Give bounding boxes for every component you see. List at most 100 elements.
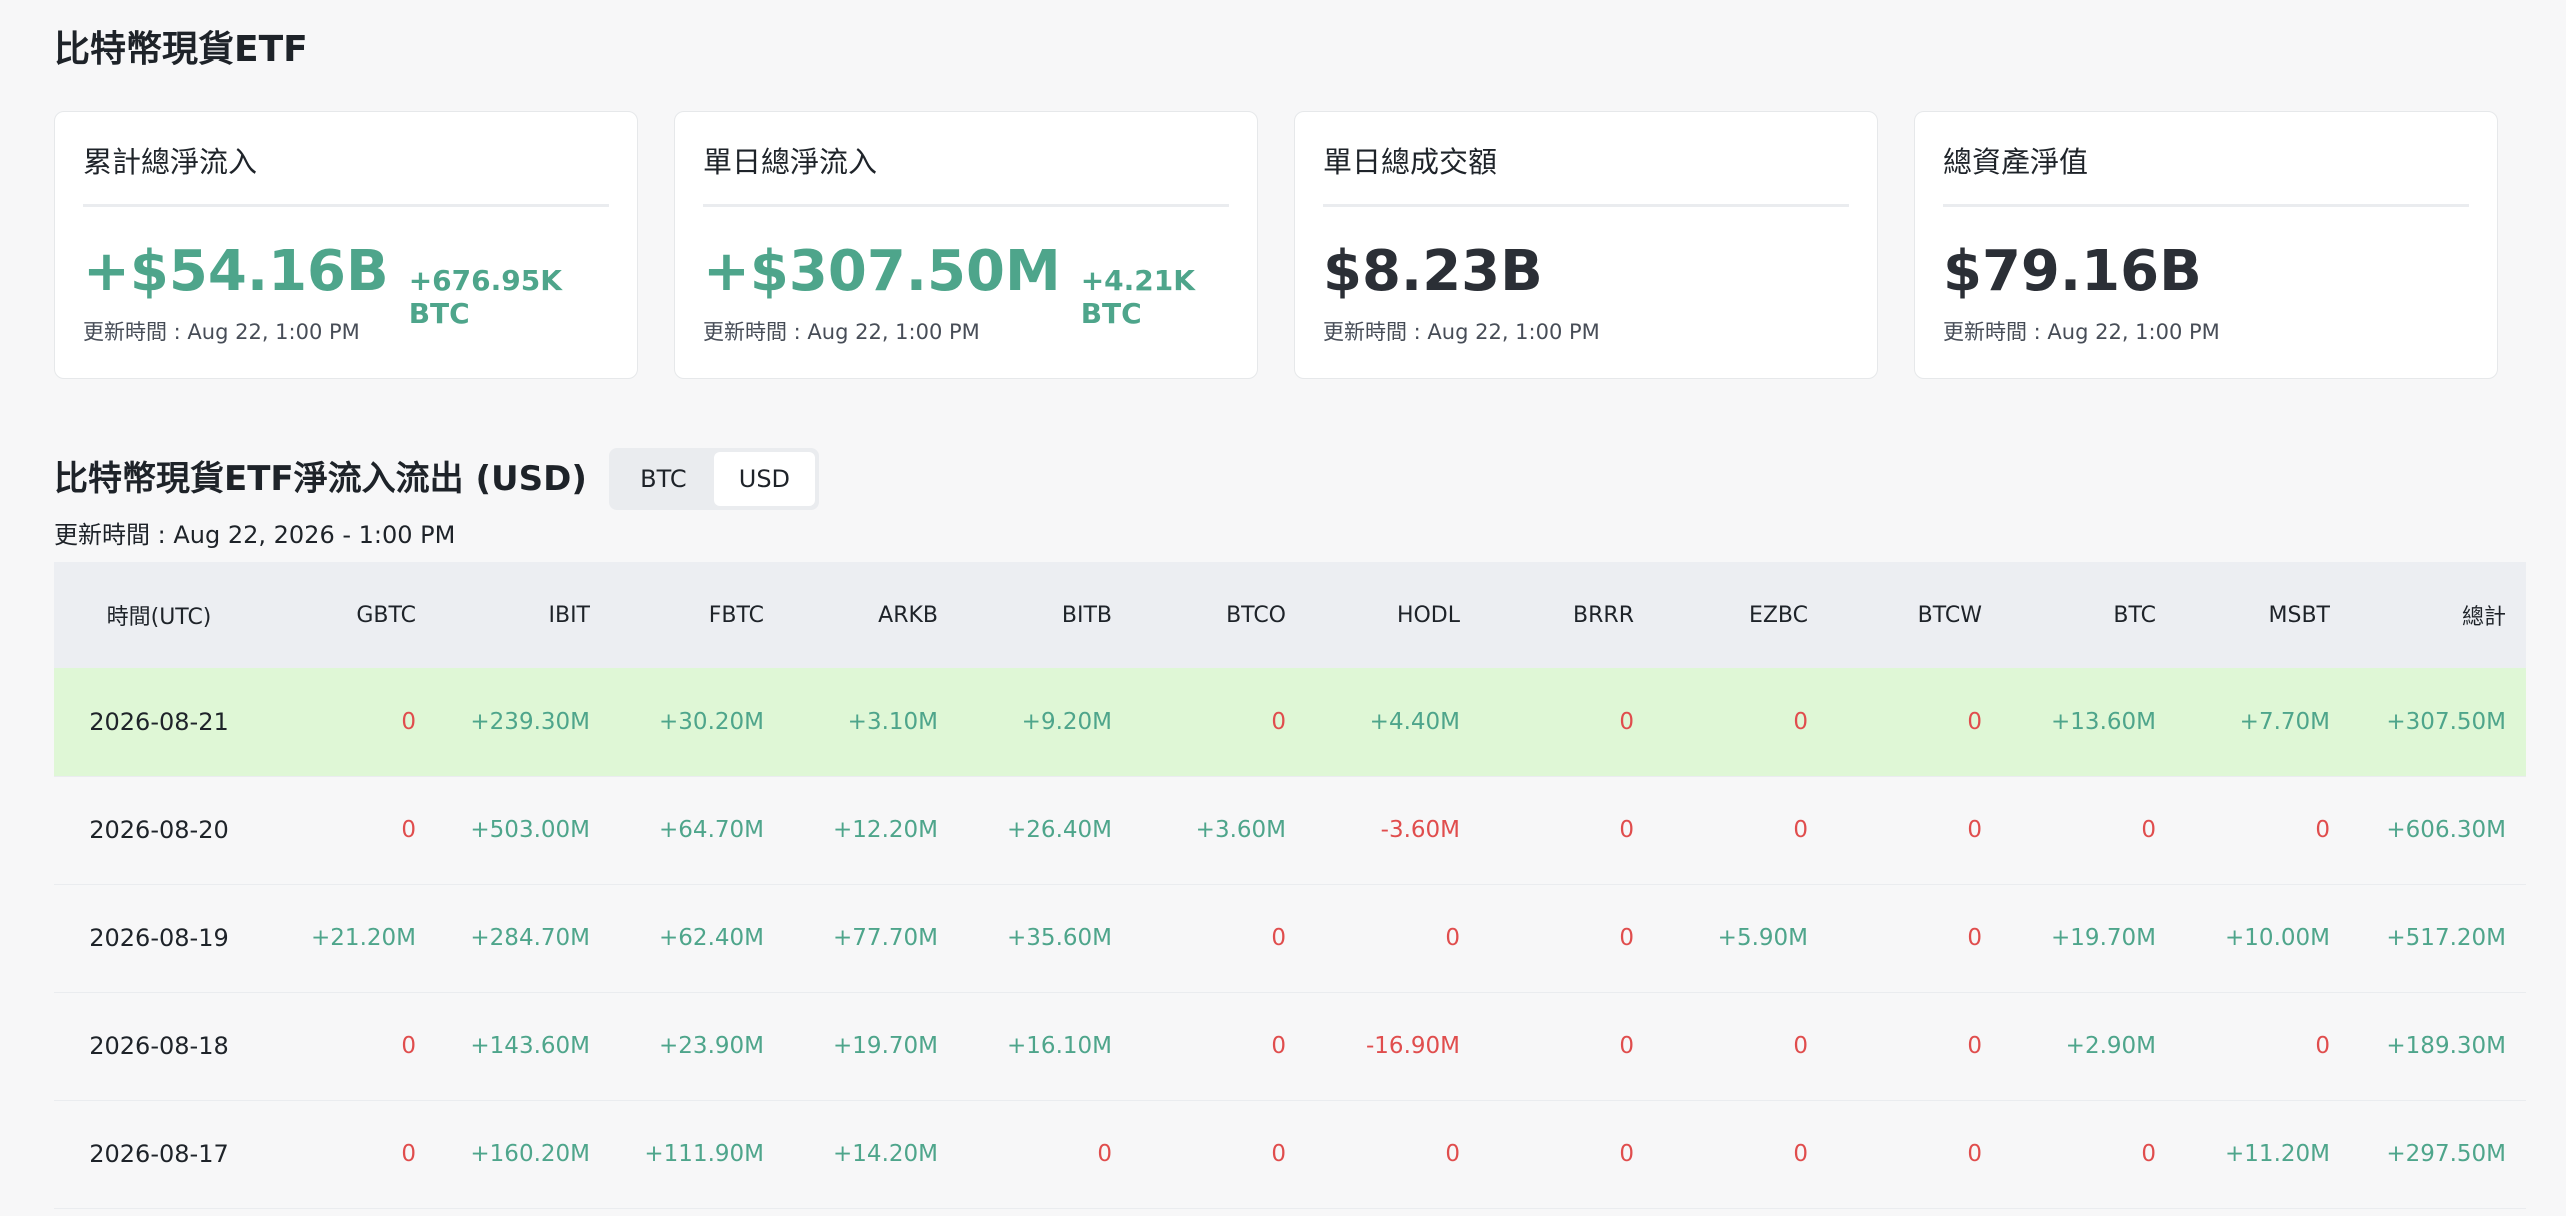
- cell-value: +62.40M: [659, 925, 764, 951]
- cell-value: +30.20M: [659, 708, 764, 735]
- summary-cards: 累計總淨流入 +$54.16B +676.95K BTC 更新時間 : Aug …: [54, 111, 2498, 379]
- column-header-btco: BTCO: [1226, 602, 1286, 628]
- table-header-row: 時間(UTC) GBTC IBIT FBTC ARKB BITB BTCO HODL BRRR E…: [54, 562, 2526, 668]
- cell-value: 0: [1619, 1141, 1634, 1167]
- cell-value: +239.30M: [470, 708, 590, 735]
- toggle-btc-button[interactable]: BTC: [613, 452, 714, 506]
- card-cumulative-net-inflow: 累計總淨流入 +$54.16B +676.95K BTC 更新時間 : Aug …: [54, 111, 638, 379]
- cell-value: 0: [2141, 817, 2156, 843]
- cell-value: 0: [2315, 817, 2330, 843]
- column-header-ibit: IBIT: [548, 602, 590, 628]
- page: 比特幣現貨ETF 累計總淨流入 +$54.16B +676.95K BTC 更新…: [0, 0, 2566, 1216]
- cell-value: -16.90M: [1366, 1033, 1460, 1059]
- column-header-fbtc: FBTC: [708, 602, 764, 628]
- toggle-usd-button[interactable]: USD: [713, 452, 815, 506]
- flows-header: 比特幣現貨ETF淨流入流出 (USD) BTC USD: [54, 448, 819, 510]
- cell-value: +4.40M: [1369, 708, 1460, 735]
- cell-value: 0: [401, 1141, 416, 1167]
- cell-value: +606.30M: [2386, 817, 2506, 843]
- cell-value: 0: [1271, 925, 1286, 951]
- card-updated-time: 更新時間 : Aug 22, 1:00 PM: [1323, 320, 1600, 344]
- cell-value: +5.90M: [1717, 925, 1808, 951]
- cell-value: +3.10M: [847, 708, 938, 735]
- cell-date: 2026-08-17: [89, 1140, 229, 1168]
- cell-value: +3.60M: [1195, 817, 1286, 843]
- cell-value: 0: [401, 1033, 416, 1059]
- column-header-總計: 總計: [2461, 605, 2506, 630]
- cell-value: +517.20M: [2386, 925, 2506, 951]
- cell-date: 2026-08-21: [89, 707, 229, 736]
- flows-title: 比特幣現貨ETF淨流入流出 (USD): [54, 459, 587, 499]
- card-title: 總資產淨值: [1943, 142, 2469, 207]
- card-sub-value: +4.21K BTC: [1080, 264, 1195, 330]
- column-header-btc: BTC: [2113, 602, 2156, 628]
- card-total-net-assets: 總資產淨值 $79.16B 更新時間 : Aug 22, 1:00 PM: [1914, 111, 2498, 379]
- cell-value: +284.70M: [470, 925, 590, 951]
- column-header-brrr: BRRR: [1573, 602, 1634, 628]
- cell-value: +143.60M: [470, 1033, 590, 1059]
- cell-date: 2026-08-18: [89, 1032, 229, 1060]
- card-title: 累計總淨流入: [83, 142, 609, 207]
- column-header-arkb: ARKB: [878, 602, 938, 628]
- cell-value: 0: [1619, 925, 1634, 951]
- cell-value: 0: [1097, 1141, 1112, 1167]
- card-daily-trading-volume: 單日總成交額 $8.23B 更新時間 : Aug 22, 1:00 PM: [1294, 111, 1878, 379]
- cell-value: 0: [1445, 925, 1460, 951]
- cell-value: 0: [1967, 925, 1982, 951]
- cell-value: +14.20M: [833, 1141, 938, 1167]
- cell-value: 0: [1619, 817, 1634, 843]
- cell-value: +13.60M: [2051, 708, 2156, 735]
- cell-value: +2.90M: [2065, 1033, 2156, 1059]
- card-value: $8.23B: [1323, 239, 1543, 304]
- cell-value: 0: [1967, 1141, 1982, 1167]
- cell-date: 2026-08-20: [89, 816, 229, 844]
- cell-value: 0: [1793, 708, 1808, 735]
- card-value: $79.16B: [1943, 239, 2202, 304]
- cell-value: +77.70M: [833, 925, 938, 951]
- table-row: 2026-08-19 +21.20M +284.70M +62.40M +77.70M +…: [54, 884, 2526, 992]
- cell-date: 2026-08-19: [89, 924, 229, 952]
- cell-value: 0: [1619, 1033, 1634, 1059]
- cell-value: +26.40M: [1007, 817, 1112, 843]
- cell-value: +297.50M: [2386, 1141, 2506, 1167]
- table-row: 2026-08-21 0 +239.30M +30.20M +3.10M +9.20M 0 +…: [54, 668, 2526, 776]
- cell-value: 0: [1793, 817, 1808, 843]
- card-title: 單日總成交額: [1323, 142, 1849, 207]
- cell-value: 0: [1271, 1033, 1286, 1059]
- column-header-ezbc: EZBC: [1748, 602, 1808, 628]
- cell-value: +12.20M: [833, 817, 938, 843]
- cell-value: +160.20M: [470, 1141, 590, 1167]
- card-value: +$307.50M: [703, 239, 1061, 304]
- column-header-bitb: BITB: [1061, 602, 1112, 628]
- cell-value: +503.00M: [470, 817, 590, 843]
- cell-value: 0: [1967, 817, 1982, 843]
- flows-table-container: 時間(UTC) GBTC IBIT FBTC ARKB BITB BTCO HODL BRRR E…: [54, 562, 2526, 1209]
- cell-value: +19.70M: [2051, 925, 2156, 951]
- cell-value: +16.10M: [1007, 1033, 1112, 1059]
- cell-value: +7.70M: [2239, 708, 2330, 735]
- cell-value: +189.30M: [2386, 1033, 2506, 1059]
- cell-value: +23.90M: [659, 1033, 764, 1059]
- card-title: 單日總淨流入: [703, 142, 1229, 207]
- cell-value: 0: [1793, 1141, 1808, 1167]
- flows-updated-time: 更新時間 : Aug 22, 2026 - 1:00 PM: [54, 521, 456, 549]
- cell-value: +11.20M: [2225, 1141, 2330, 1167]
- cell-value: 0: [1967, 1033, 1982, 1059]
- cell-value: 0: [1793, 1033, 1808, 1059]
- cell-value: +307.50M: [2386, 708, 2506, 735]
- cell-value: 0: [401, 708, 416, 735]
- table-body: 2026-08-21 0 +239.30M +30.20M +3.10M +9.20M 0 +…: [54, 668, 2526, 1208]
- flows-table: 時間(UTC) GBTC IBIT FBTC ARKB BITB BTCO HODL BRRR E…: [54, 562, 2526, 1209]
- page-title: 比特幣現貨ETF: [54, 29, 308, 70]
- column-header-hodl: HODL: [1396, 602, 1460, 628]
- cell-value: +10.00M: [2225, 925, 2330, 951]
- currency-toggle: BTC USD: [608, 448, 819, 510]
- cell-value: 0: [1271, 708, 1286, 735]
- table-row: 2026-08-20 0 +503.00M +64.70M +12.20M +26.40M…: [54, 776, 2526, 884]
- cell-value: +9.20M: [1021, 708, 1112, 735]
- cell-value: +21.20M: [311, 925, 416, 951]
- cell-value: 0: [1967, 708, 1982, 735]
- column-header-msbt: MSBT: [2268, 602, 2330, 628]
- cell-value: +111.90M: [644, 1141, 764, 1167]
- card-daily-net-inflow: 單日總淨流入 +$307.50M +4.21K BTC 更新時間 : Aug 2…: [674, 111, 1258, 379]
